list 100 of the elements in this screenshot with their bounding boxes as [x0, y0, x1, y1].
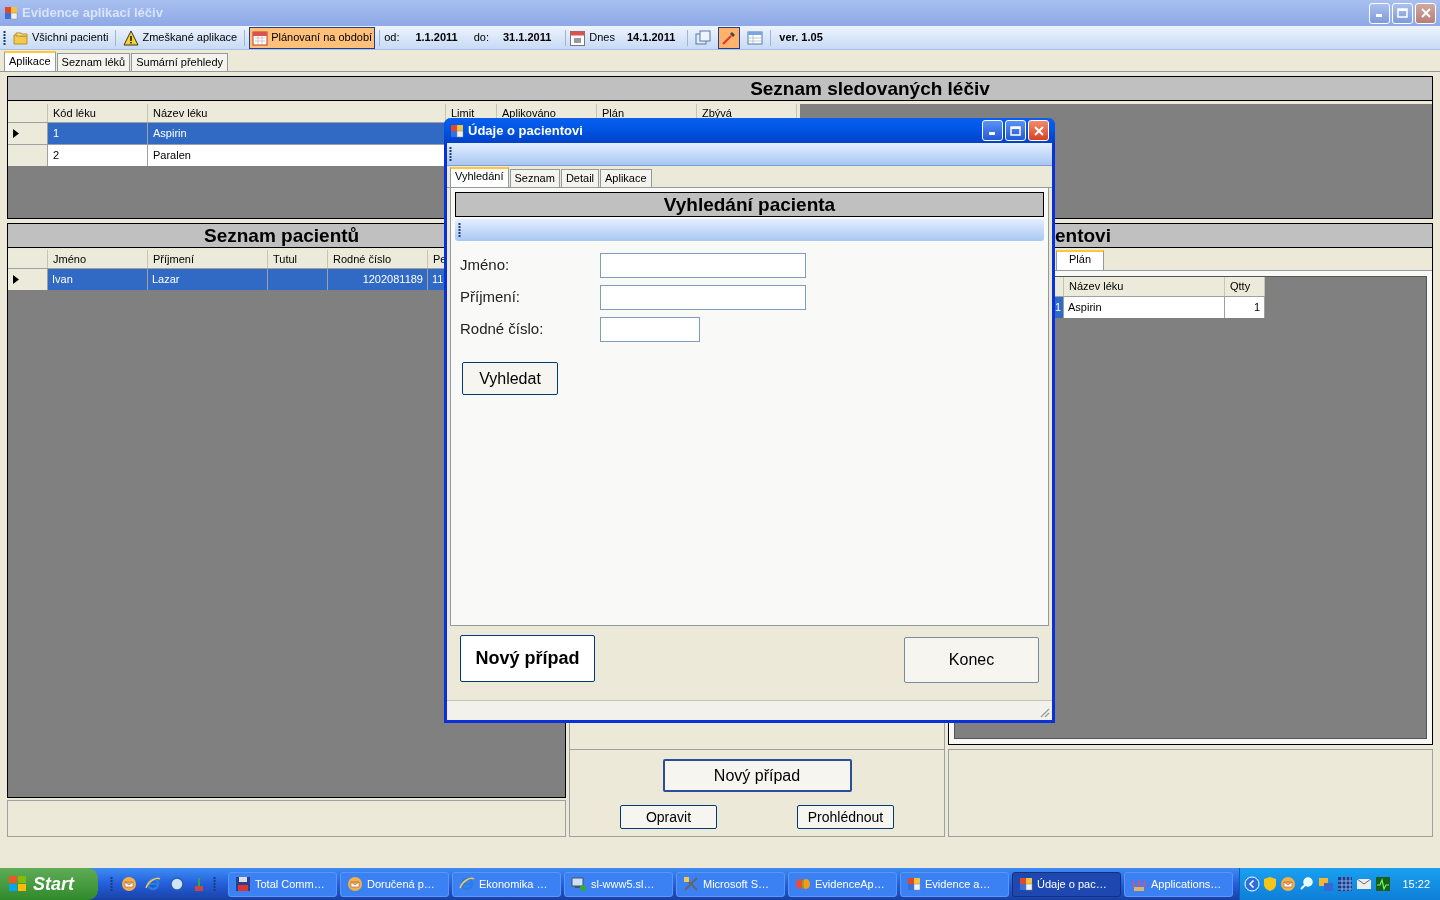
calendar-icon: [570, 29, 586, 46]
envelope-icon: [1280, 876, 1297, 892]
input-field[interactable]: [600, 253, 806, 278]
taskbar-button[interactable]: Doručená p…: [340, 871, 449, 897]
from-date: 1.1.2011: [414, 30, 459, 46]
minimize-button[interactable]: [1369, 2, 1390, 24]
maximize-button[interactable]: [1005, 120, 1026, 141]
today-date: 14.1.2011: [626, 30, 677, 46]
table-cell: Aspirin: [1064, 297, 1225, 318]
browser-icon: [459, 876, 475, 892]
section-heading: Vyhledání pacienta: [455, 192, 1044, 217]
tab[interactable]: Aplikace: [600, 169, 652, 187]
edit-button[interactable]: Opravit: [620, 805, 717, 829]
tab[interactable]: Seznam léků: [56, 53, 131, 71]
current-row-icon: [13, 275, 19, 284]
butterfly-icon: [795, 876, 811, 892]
windows-icon: [695, 29, 712, 46]
grid-icon[interactable]: [1337, 876, 1354, 892]
toolbar-button[interactable]: Plánovaní na období: [249, 26, 376, 49]
tab[interactable]: Seznam: [509, 169, 560, 187]
chevron-icon[interactable]: [1244, 876, 1261, 892]
close-icon: [1033, 125, 1044, 136]
resize-grip-icon[interactable]: [1040, 708, 1050, 718]
maximize-icon: [1010, 125, 1021, 136]
table-cell: Lazar: [148, 269, 268, 290]
row-header[interactable]: [8, 123, 48, 144]
grip-icon[interactable]: [449, 147, 452, 161]
taskbar-grip-icon[interactable]: [213, 877, 216, 891]
shield-icon[interactable]: [1263, 876, 1278, 892]
app-icon: [450, 123, 464, 138]
toolbar-icon-button[interactable]: [718, 26, 741, 49]
field-label: Jméno:: [460, 255, 511, 276]
table-icon: [747, 29, 764, 46]
clock: 15:22: [1401, 876, 1430, 892]
from-label: od:: [384, 30, 400, 46]
tab[interactable]: Detail: [560, 169, 599, 187]
today-label: Dnes: [589, 30, 615, 46]
taskbar-button[interactable]: Microsoft S…: [676, 871, 785, 897]
tools-icon: [683, 876, 699, 892]
folders-icon: [13, 29, 29, 46]
taskbar-button[interactable]: Applications…: [1124, 871, 1233, 897]
taskbar-button[interactable]: Ekonomika …: [452, 871, 561, 897]
to-date: 31.1.2011: [501, 30, 553, 46]
field-label: Příjmení:: [460, 287, 521, 308]
table-cell: 1: [48, 123, 148, 144]
network-icon[interactable]: [1318, 876, 1335, 892]
envelope-icon: [347, 876, 363, 892]
input-field[interactable]: [600, 317, 700, 342]
new-case-button[interactable]: Nový případ: [460, 635, 595, 682]
new-case-button[interactable]: Nový případ: [662, 759, 852, 792]
dialog-title: Údaje o pacientovi: [468, 121, 584, 140]
pipette-icon: [721, 29, 738, 46]
browser-icon: [145, 876, 161, 892]
envelope-icon: [121, 876, 137, 892]
input-field[interactable]: [600, 285, 806, 310]
minimize-button[interactable]: [982, 120, 1003, 141]
table-cell: Paralen: [148, 145, 446, 166]
floppy-icon: [235, 876, 251, 892]
table-cell: Ivan: [48, 269, 148, 290]
table-cell: 1202081189: [328, 269, 428, 290]
toolbar-button[interactable]: Zmeškané aplikace: [120, 26, 241, 49]
taskbar-button[interactable]: Údaje o pac…: [1012, 871, 1121, 897]
taskbar-button[interactable]: sl-www5.sl…: [564, 871, 673, 897]
monitor-icon: [571, 876, 587, 892]
current-row-icon: [13, 129, 19, 138]
app-icon: [4, 6, 18, 20]
table-cell: 2: [48, 145, 148, 166]
tab[interactable]: Aplikace: [4, 51, 56, 71]
version-label: ver. 1.05: [778, 30, 823, 46]
envelope-icon[interactable]: [1356, 878, 1373, 890]
row-header[interactable]: [8, 269, 48, 290]
window-title: Evidence aplikací léčiv: [22, 4, 164, 23]
table-cell: 1: [1225, 297, 1265, 318]
app-icon: [1019, 877, 1033, 891]
table-cell: Aspirin: [148, 123, 446, 144]
pulse-icon[interactable]: [1375, 876, 1392, 892]
maximize-icon: [1397, 8, 1408, 18]
panel-title: Seznam sledovaných léčiv: [8, 77, 1432, 101]
view-button[interactable]: Prohlédnout: [797, 805, 894, 829]
tab[interactable]: Vyhledání: [450, 167, 509, 187]
tab[interactable]: Sumární přehledy: [131, 53, 228, 71]
windows-logo-icon: [8, 875, 28, 893]
taskbar-button[interactable]: Evidence a…: [900, 871, 1009, 897]
close-button[interactable]: [1028, 120, 1049, 141]
taskbar-button[interactable]: Total Comm…: [228, 871, 337, 897]
close-button[interactable]: [1415, 2, 1436, 24]
search-button[interactable]: Vyhledat: [462, 362, 558, 395]
close-button[interactable]: Konec: [904, 637, 1039, 683]
search-icon[interactable]: [1299, 876, 1316, 892]
grip-icon[interactable]: [3, 30, 6, 45]
taskbar-grip-icon[interactable]: [110, 877, 113, 891]
field-label: Rodné číslo:: [460, 319, 545, 340]
tab[interactable]: Plán: [1056, 250, 1105, 270]
taskbar-button[interactable]: EvidenceAp…: [788, 871, 897, 897]
close-icon: [1420, 8, 1431, 18]
warning-icon: [123, 29, 140, 46]
grip-icon[interactable]: [458, 223, 461, 237]
maximize-button[interactable]: [1392, 2, 1413, 24]
toolbar-button[interactable]: Všichni pacienti: [10, 26, 112, 49]
to-label: do:: [473, 30, 489, 46]
